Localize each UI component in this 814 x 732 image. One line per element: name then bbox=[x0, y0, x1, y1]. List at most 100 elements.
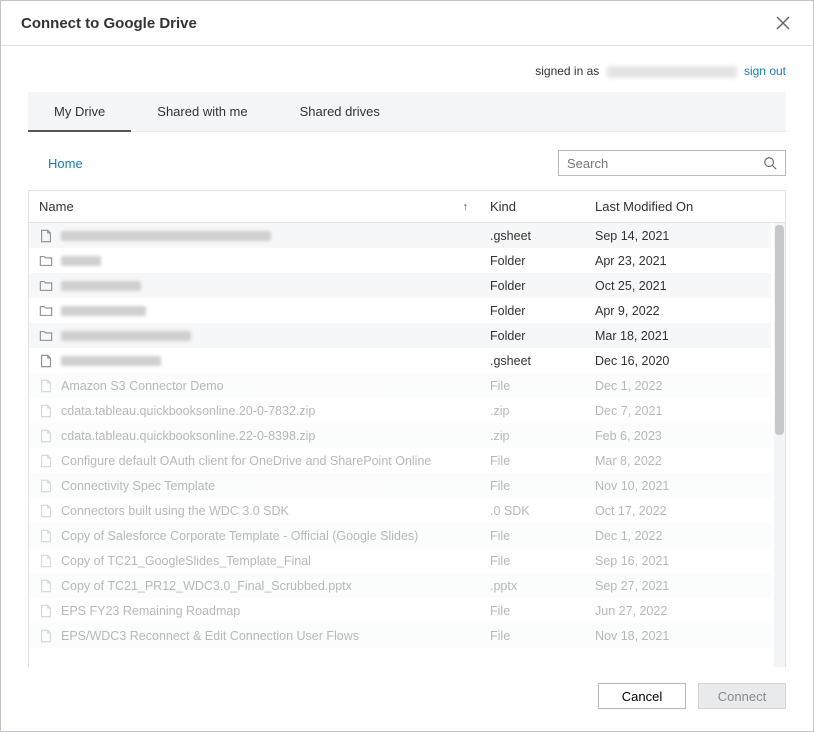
name-redacted bbox=[61, 331, 191, 341]
cell-kind: File bbox=[486, 454, 591, 468]
table-row[interactable]: Configure default OAuth client for OneDr… bbox=[29, 448, 771, 473]
file-name: cdata.tableau.quickbooksonline.22-0-8398… bbox=[61, 429, 315, 443]
cell-name bbox=[29, 229, 486, 243]
search-input[interactable] bbox=[567, 156, 763, 171]
cell-name bbox=[29, 304, 486, 318]
nav-row: Home bbox=[28, 132, 786, 190]
sign-out-link[interactable]: sign out bbox=[744, 64, 786, 78]
breadcrumb-home[interactable]: Home bbox=[28, 156, 83, 171]
table-row[interactable]: EPS/WDC3 Reconnect & Edit Connection Use… bbox=[29, 623, 771, 648]
folder-icon bbox=[39, 304, 53, 318]
file-name: EPS FY23 Remaining Roadmap bbox=[61, 604, 240, 618]
folder-icon bbox=[39, 254, 53, 268]
table-row[interactable]: Connectivity Spec TemplateFileNov 10, 20… bbox=[29, 473, 771, 498]
cell-name: Connectors built using the WDC 3.0 SDK bbox=[29, 504, 486, 518]
cell-modified: Sep 27, 2021 bbox=[591, 579, 771, 593]
column-header-modified[interactable]: Last Modified On bbox=[591, 191, 771, 222]
scrollbar-thumb[interactable] bbox=[775, 225, 784, 435]
cell-name: Copy of TC21_GoogleSlides_Template_Final bbox=[29, 554, 486, 568]
connect-dialog: Connect to Google Drive signed in as sig… bbox=[0, 0, 814, 732]
cancel-button[interactable]: Cancel bbox=[598, 683, 686, 709]
file-icon bbox=[39, 229, 53, 243]
cell-name: cdata.tableau.quickbooksonline.22-0-8398… bbox=[29, 429, 486, 443]
file-icon bbox=[39, 429, 53, 443]
table-row[interactable]: FolderApr 9, 2022 bbox=[29, 298, 771, 323]
cell-name: EPS FY23 Remaining Roadmap bbox=[29, 604, 486, 618]
close-icon bbox=[776, 16, 790, 30]
tab-shared-with-me[interactable]: Shared with me bbox=[131, 92, 273, 131]
table-row[interactable]: EPS FY23 Remaining Roadmap FileJun 27, 20… bbox=[29, 598, 771, 623]
table-body: .gsheetSep 14, 2021FolderApr 23, 2021Fol… bbox=[29, 223, 785, 667]
tab-shared-drives[interactable]: Shared drives bbox=[274, 92, 406, 131]
cell-kind: File bbox=[486, 529, 591, 543]
table-row[interactable]: Copy of TC21_PR12_WDC3.0_Final_Scrubbed.… bbox=[29, 573, 771, 598]
search-box[interactable] bbox=[558, 150, 786, 176]
file-table: Name ↑ Kind Last Modified On .gsheetSep … bbox=[28, 190, 786, 667]
signed-in-email-redacted bbox=[607, 66, 737, 78]
file-name: EPS/WDC3 Reconnect & Edit Connection Use… bbox=[61, 629, 359, 643]
close-button[interactable] bbox=[773, 13, 793, 33]
file-name: cdata.tableau.quickbooksonline.20-0-7832… bbox=[61, 404, 315, 418]
table-row[interactable]: Copy of TC21_GoogleSlides_Template_Final… bbox=[29, 548, 771, 573]
cell-modified: Oct 25, 2021 bbox=[591, 279, 771, 293]
cell-modified: Apr 23, 2021 bbox=[591, 254, 771, 268]
cell-kind: File bbox=[486, 479, 591, 493]
cell-kind: File bbox=[486, 629, 591, 643]
dialog-title: Connect to Google Drive bbox=[21, 15, 773, 32]
table-row[interactable]: FolderApr 23, 2021 bbox=[29, 248, 771, 273]
table-row[interactable]: cdata.tableau.quickbooksonline.20-0-7832… bbox=[29, 398, 771, 423]
cell-name: Configure default OAuth client for OneDr… bbox=[29, 454, 486, 468]
cell-name bbox=[29, 254, 486, 268]
table-row[interactable]: Copy of Salesforce Corporate Template - … bbox=[29, 523, 771, 548]
table-row[interactable]: Connectors built using the WDC 3.0 SDK.0… bbox=[29, 498, 771, 523]
table-row[interactable]: .gsheetSep 14, 2021 bbox=[29, 223, 771, 248]
cell-kind: File bbox=[486, 379, 591, 393]
file-icon bbox=[39, 479, 53, 493]
column-header-name[interactable]: Name ↑ bbox=[29, 191, 486, 222]
file-name: Amazon S3 Connector Demo bbox=[61, 379, 224, 393]
cell-modified: Sep 16, 2021 bbox=[591, 554, 771, 568]
file-icon bbox=[39, 604, 53, 618]
table-row[interactable]: Amazon S3 Connector DemoFileDec 1, 2022 bbox=[29, 373, 771, 398]
cell-kind: Folder bbox=[486, 254, 591, 268]
breadcrumb: Home bbox=[28, 156, 546, 171]
cell-modified: Dec 16, 2020 bbox=[591, 354, 771, 368]
file-icon bbox=[39, 454, 53, 468]
cell-modified: Mar 18, 2021 bbox=[591, 329, 771, 343]
cell-name bbox=[29, 279, 486, 293]
sort-indicator-icon: ↑ bbox=[463, 201, 469, 213]
cell-modified: Feb 6, 2023 bbox=[591, 429, 771, 443]
cell-modified: Oct 17, 2022 bbox=[591, 504, 771, 518]
cell-kind: Folder bbox=[486, 304, 591, 318]
cell-kind: .zip bbox=[486, 429, 591, 443]
tab-my-drive[interactable]: My Drive bbox=[28, 92, 131, 131]
cell-kind: File bbox=[486, 554, 591, 568]
dialog-footer: Cancel Connect bbox=[1, 683, 813, 731]
drive-tabs: My DriveShared with meShared drives bbox=[28, 92, 786, 132]
cell-modified: Jun 27, 2022 bbox=[591, 604, 771, 618]
cell-name: Copy of Salesforce Corporate Template - … bbox=[29, 529, 486, 543]
cell-name: Amazon S3 Connector Demo bbox=[29, 379, 486, 393]
cell-kind: File bbox=[486, 604, 591, 618]
cell-modified: Mar 8, 2022 bbox=[591, 454, 771, 468]
folder-icon bbox=[39, 279, 53, 293]
connect-button: Connect bbox=[698, 683, 786, 709]
dialog-content: signed in as sign out My DriveShared wit… bbox=[1, 46, 813, 683]
cell-kind: Folder bbox=[486, 279, 591, 293]
table-row[interactable]: FolderOct 25, 2021 bbox=[29, 273, 771, 298]
table-row[interactable]: cdata.tableau.quickbooksonline.22-0-8398… bbox=[29, 423, 771, 448]
table-row[interactable]: .gsheetDec 16, 2020 bbox=[29, 348, 771, 373]
cell-modified: Dec 1, 2022 bbox=[591, 529, 771, 543]
cell-kind: .gsheet bbox=[486, 354, 591, 368]
cell-modified: Dec 7, 2021 bbox=[591, 404, 771, 418]
column-header-kind[interactable]: Kind bbox=[486, 191, 591, 222]
cell-name bbox=[29, 329, 486, 343]
cell-modified: Apr 9, 2022 bbox=[591, 304, 771, 318]
scrollbar-track[interactable] bbox=[774, 223, 785, 667]
file-name: Connectivity Spec Template bbox=[61, 479, 215, 493]
file-icon bbox=[39, 529, 53, 543]
file-icon bbox=[39, 354, 53, 368]
cell-kind: .gsheet bbox=[486, 229, 591, 243]
cell-kind: .pptx bbox=[486, 579, 591, 593]
table-row[interactable]: FolderMar 18, 2021 bbox=[29, 323, 771, 348]
